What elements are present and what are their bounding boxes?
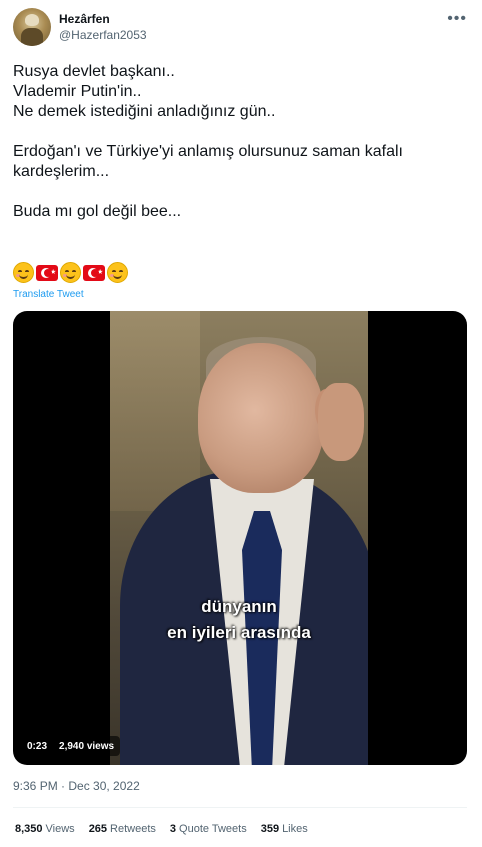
views-stat: 8,350 Views	[15, 823, 75, 835]
quote-tweets-count: 3	[169, 823, 177, 835]
tweet-text: Rusya devlet başkanı.. Vlademir Putin'in…	[13, 62, 469, 222]
tweet-line: Ne demek istediğini anladığınız gün..	[13, 103, 276, 120]
translate-tweet-link[interactable]: Translate Tweet	[13, 289, 84, 300]
turkey-flag-icon: ★	[36, 265, 58, 281]
tweet-header: Hezârfen @Hazerfan2053 •••	[13, 8, 469, 48]
emoji-row: ★ ★	[13, 262, 128, 284]
video-duration: 0:23	[27, 740, 48, 752]
tweet-line: Erdoğan'ı ve Türkiye'yi anlamış olursunu…	[13, 143, 403, 180]
video-info-badge: 0:23 2,940 views	[21, 736, 121, 756]
quote-tweets-label: Quote Tweets	[179, 823, 247, 835]
tweet-line: Rusya devlet başkanı..	[13, 63, 175, 80]
retweets-stat[interactable]: 265 Retweets	[89, 823, 156, 835]
retweets-count: 265	[88, 823, 108, 835]
video-frame[interactable]: dünyanın en iyileri arasında	[110, 311, 368, 765]
smiling-face-icon	[107, 262, 128, 283]
likes-count: 359	[260, 823, 280, 835]
tweet-timestamp[interactable]: 9:36 PM · Dec 30, 2022	[13, 779, 140, 793]
user-handle[interactable]: @Hazerfan2053	[59, 28, 147, 42]
tweet-line: Vlademir Putin'in..	[13, 83, 142, 100]
turkey-flag-icon: ★	[83, 265, 105, 281]
divider	[13, 807, 467, 808]
display-name[interactable]: Hezârfen	[59, 12, 110, 26]
tweet-line: Buda mı gol değil bee...	[13, 203, 182, 220]
video-player[interactable]: dünyanın en iyileri arasında 0:23 2,940 …	[13, 311, 467, 765]
views-label: Views	[45, 823, 75, 835]
smiling-face-icon	[13, 262, 34, 283]
likes-stat[interactable]: 359 Likes	[261, 823, 308, 835]
likes-label: Likes	[282, 823, 308, 835]
quote-tweets-stat[interactable]: 3 Quote Tweets	[170, 823, 247, 835]
views-count: 8,350	[15, 823, 43, 835]
smiling-face-icon	[60, 262, 81, 283]
avatar[interactable]	[13, 8, 51, 46]
tweet-stats: 8,350 Views 265 Retweets 3 Quote Tweets 359…	[15, 823, 308, 835]
more-options-icon[interactable]: •••	[447, 10, 467, 28]
video-views: 2,940 views	[59, 740, 115, 752]
video-subtitle: dünyanın	[201, 597, 277, 616]
retweets-label: Retweets	[110, 823, 156, 835]
video-subtitle: en iyileri arasında	[167, 623, 311, 642]
